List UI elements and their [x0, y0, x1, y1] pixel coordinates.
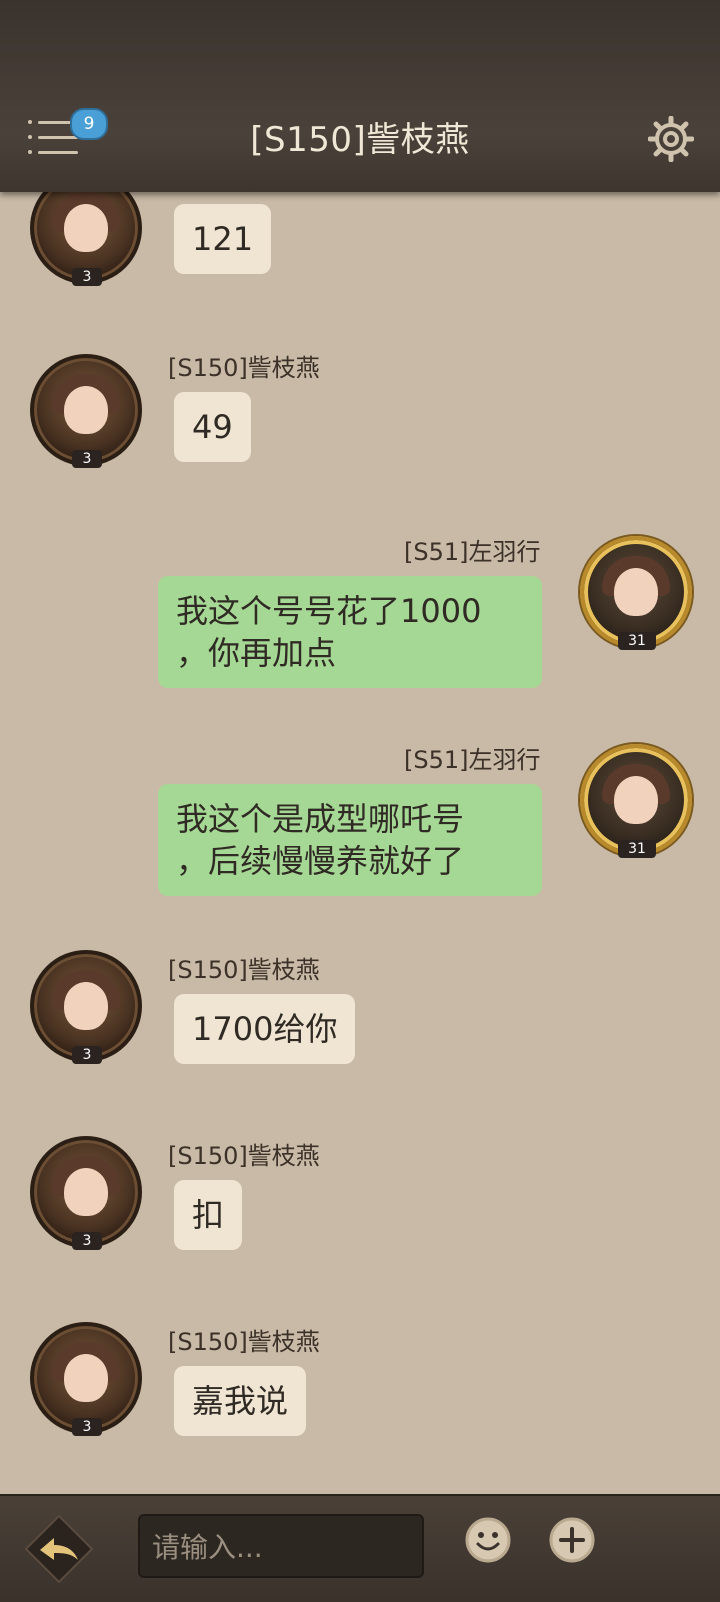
avatar[interactable]: 3 [30, 950, 142, 1064]
message-bubble[interactable]: 121 [174, 204, 272, 274]
back-arrow-icon[interactable] [22, 1512, 96, 1586]
avatar-level: 31 [618, 840, 656, 858]
avatar[interactable]: 31 [580, 744, 692, 858]
sender-name: [S51]左羽行 [404, 746, 541, 774]
sender-name: [S150]訾枝燕 [168, 1328, 320, 1356]
avatar-face [64, 1354, 108, 1402]
chat-input-bar: 请输入... [0, 1494, 720, 1602]
avatar[interactable]: 31 [580, 536, 692, 650]
avatar-level: 3 [72, 1418, 102, 1436]
avatar[interactable]: 3 [30, 1322, 142, 1436]
avatar-level: 3 [72, 1232, 102, 1250]
message-bubble[interactable]: 49 [174, 392, 251, 462]
avatar-face [64, 204, 108, 252]
gear-icon[interactable] [648, 116, 694, 162]
chat-header: 9 [S150]訾枝燕 [0, 0, 720, 192]
sender-name: [S150]訾枝燕 [168, 1142, 320, 1170]
sender-name: [S51]左羽行 [404, 538, 541, 566]
avatar-face [64, 1168, 108, 1216]
chat-title: [S150]訾枝燕 [250, 120, 470, 160]
message-bubble[interactable]: 1700给你 [174, 994, 356, 1064]
avatar-face [64, 982, 108, 1030]
avatar[interactable]: 3 [30, 1136, 142, 1250]
smiley-icon[interactable] [464, 1516, 512, 1564]
avatar-face [614, 776, 658, 824]
message-bubble[interactable]: 扣 [174, 1180, 243, 1250]
avatar[interactable]: 3 [30, 192, 142, 286]
avatar-level: 3 [72, 1046, 102, 1064]
message-bubble[interactable]: 我这个号号花了1000 ，你再加点 [158, 576, 542, 688]
message-bubble[interactable]: 我这个是成型哪吒号 ，后续慢慢养就好了 [158, 784, 542, 896]
avatar[interactable]: 3 [30, 354, 142, 468]
avatar-face [614, 568, 658, 616]
avatar-level: 31 [618, 632, 656, 650]
message-bubble[interactable]: 嘉我说 [174, 1366, 307, 1436]
plus-icon[interactable] [548, 1516, 596, 1564]
message-input[interactable]: 请输入... [138, 1514, 424, 1578]
avatar-level: 3 [72, 450, 102, 468]
avatar-face [64, 386, 108, 434]
sender-name: [S150]訾枝燕 [168, 354, 320, 382]
avatar-level: 3 [72, 268, 102, 286]
chat-message-list[interactable]: 3 121 3 [S150]訾枝燕 49 [S51]左羽行 我这个号号花了100… [0, 192, 720, 1494]
sender-name: [S150]訾枝燕 [168, 956, 320, 984]
